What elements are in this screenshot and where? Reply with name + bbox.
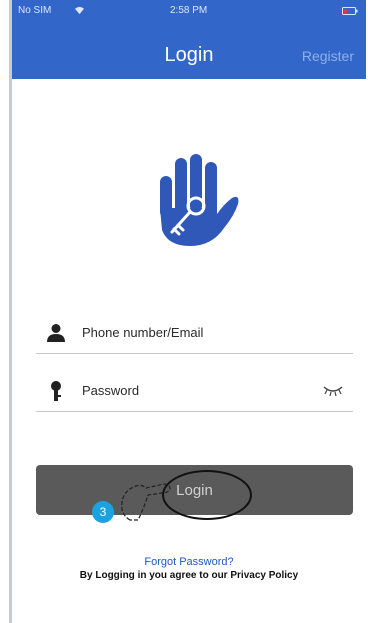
status-time: 2:58 PM [170,5,208,16]
username-field[interactable] [36,311,353,354]
privacy-policy-notice: By Logging in you agree to our Privacy P… [79,570,299,581]
user-icon [47,324,65,342]
battery-icon [342,7,358,15]
highlight-circle [162,470,252,520]
finger-tap-icon [121,483,171,521]
username-input[interactable] [82,318,317,346]
carrier-label: No SIM [18,5,52,16]
step-badge: 3 [92,501,114,523]
eye-closed-icon[interactable] [323,384,343,396]
password-input[interactable] [82,376,317,404]
key-icon [51,381,61,401]
top-bar: No SIM 2:58 PM Login Register [12,0,366,79]
phone-screen: No SIM 2:58 PM Login Register Phone numb… [12,0,366,623]
register-link[interactable]: Register [302,48,354,64]
forgot-password-link[interactable]: Forgot Password? [12,556,366,568]
hand-key-logo [160,154,239,246]
wifi-icon [75,6,84,15]
status-bar: No SIM 2:58 PM [12,0,366,22]
password-field[interactable] [36,369,353,412]
